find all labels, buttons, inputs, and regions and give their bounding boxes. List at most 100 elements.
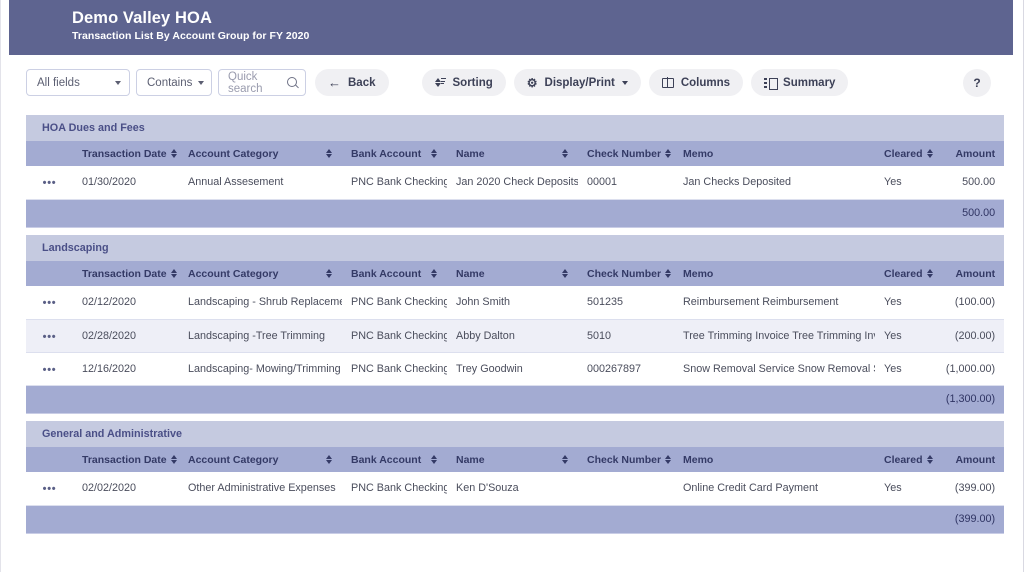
sort-toggle-icon[interactable] bbox=[926, 268, 934, 279]
sort-toggle-icon[interactable] bbox=[926, 454, 934, 465]
table-row[interactable]: ••• 02/28/2020 Landscaping -Tree Trimming P… bbox=[26, 319, 1005, 353]
cell-memo: Online Credit Card Payment bbox=[674, 472, 875, 506]
sort-toggle-icon[interactable] bbox=[665, 454, 672, 465]
search-input[interactable]: Quick search bbox=[218, 69, 306, 96]
sort-toggle-icon[interactable] bbox=[326, 454, 333, 465]
sort-toggle-icon[interactable] bbox=[431, 148, 438, 159]
app-page: Demo Valley HOA Transaction List By Acco… bbox=[0, 0, 1024, 572]
column-header-memo: Memo bbox=[674, 447, 875, 472]
cell-date: 02/02/2020 bbox=[73, 472, 179, 506]
sort-toggle-icon[interactable] bbox=[170, 148, 178, 159]
cell-date: 01/30/2020 bbox=[73, 166, 179, 200]
column-header-label: Memo bbox=[683, 147, 714, 160]
sort-toggle-icon[interactable] bbox=[431, 454, 438, 465]
column-header-name[interactable]: Name bbox=[447, 141, 578, 166]
cell-check: 000267897 bbox=[578, 352, 674, 386]
column-header-bank[interactable]: Bank Account bbox=[342, 447, 447, 472]
column-header-label: Name bbox=[456, 453, 485, 466]
sort-toggle-icon[interactable] bbox=[170, 454, 178, 465]
back-button[interactable]: ← Back bbox=[315, 69, 389, 96]
chevron-down-icon bbox=[621, 80, 628, 85]
cell-name: Ken D'Souza bbox=[447, 472, 578, 506]
column-header-clear[interactable]: Cleared bbox=[875, 447, 935, 472]
sort-toggle-icon[interactable] bbox=[665, 268, 672, 279]
columns-button[interactable]: Columns bbox=[648, 69, 744, 96]
sort-toggle-icon[interactable] bbox=[562, 454, 569, 465]
column-header-menu bbox=[26, 261, 73, 286]
cell-clear: Yes bbox=[875, 352, 935, 386]
cell-check bbox=[578, 472, 674, 506]
row-menu-button[interactable]: ••• bbox=[26, 286, 73, 320]
cell-memo: Reimbursement Reimbursement bbox=[674, 286, 875, 320]
table-row[interactable]: ••• 02/02/2020 Other Administrative Expens… bbox=[26, 472, 1005, 506]
column-header-label: Transaction Date bbox=[82, 453, 167, 466]
sort-toggle-icon[interactable] bbox=[326, 148, 333, 159]
sort-toggle-icon[interactable] bbox=[562, 148, 569, 159]
toolbar: All fields Contains Quick search ← Back … bbox=[9, 55, 1013, 110]
sorting-button[interactable]: Sorting bbox=[421, 69, 506, 96]
search-placeholder: Quick search bbox=[228, 70, 263, 95]
column-header-row: Transaction Date Account Category Bank Acc… bbox=[26, 261, 1005, 286]
sort-icon bbox=[434, 77, 446, 88]
sort-toggle-icon[interactable] bbox=[326, 268, 333, 279]
sort-toggle-icon[interactable] bbox=[926, 148, 934, 159]
cell-check: 5010 bbox=[578, 319, 674, 353]
sort-toggle-icon[interactable] bbox=[665, 148, 672, 159]
table-row[interactable]: ••• 12/16/2020 Landscaping- Mowing/Trimmin… bbox=[26, 352, 1005, 386]
summary-button[interactable]: Summary bbox=[751, 69, 849, 96]
field-select[interactable]: All fields bbox=[26, 69, 130, 96]
cell-memo: Snow Removal Service Snow Removal Servic… bbox=[674, 352, 875, 386]
transaction-grid: HOA Dues and Fees Transaction Date Account… bbox=[26, 115, 1005, 534]
cell-name: Trey Goodwin bbox=[447, 352, 578, 386]
column-header-label: Amount bbox=[955, 147, 996, 160]
display-print-button[interactable]: ⚙ Display/Print bbox=[513, 69, 641, 96]
page-title: Demo Valley HOA bbox=[72, 9, 212, 27]
column-header-check[interactable]: Check Number bbox=[578, 141, 674, 166]
cell-amt: (399.00) bbox=[935, 472, 1005, 506]
help-button[interactable]: ? bbox=[963, 68, 991, 97]
column-header-check[interactable]: Check Number bbox=[578, 261, 674, 286]
cell-cat: Landscaping -Tree Trimming bbox=[179, 319, 342, 353]
table-row[interactable]: ••• 02/12/2020 Landscaping - Shrub Replace… bbox=[26, 286, 1005, 320]
operator-select[interactable]: Contains bbox=[136, 69, 212, 96]
column-header-name[interactable]: Name bbox=[447, 261, 578, 286]
cell-check: 00001 bbox=[578, 166, 674, 200]
column-header-bank[interactable]: Bank Account bbox=[342, 141, 447, 166]
back-button-label: Back bbox=[348, 76, 376, 89]
column-header-check[interactable]: Check Number bbox=[578, 447, 674, 472]
row-menu-button[interactable]: ••• bbox=[26, 166, 73, 200]
row-menu-button[interactable]: ••• bbox=[26, 352, 73, 386]
field-select-value: All fields bbox=[37, 76, 80, 89]
group-spacer-cell bbox=[26, 227, 1005, 235]
column-header-clear[interactable]: Cleared bbox=[875, 261, 935, 286]
column-header-date[interactable]: Transaction Date bbox=[73, 447, 179, 472]
sort-toggle-icon[interactable] bbox=[562, 268, 569, 279]
cell-clear: Yes bbox=[875, 472, 935, 506]
cell-name: Jan 2020 Check Deposits bbox=[447, 166, 578, 200]
column-header-label: Check Number bbox=[587, 147, 662, 160]
column-header-bank[interactable]: Bank Account bbox=[342, 261, 447, 286]
column-header-cat[interactable]: Account Category bbox=[179, 141, 342, 166]
column-header-cat[interactable]: Account Category bbox=[179, 447, 342, 472]
group-spacer-cell bbox=[26, 413, 1005, 421]
display-print-button-label: Display/Print bbox=[544, 76, 615, 89]
column-header-label: Transaction Date bbox=[82, 147, 167, 160]
column-header-date[interactable]: Transaction Date bbox=[73, 141, 179, 166]
column-header-name[interactable]: Name bbox=[447, 447, 578, 472]
row-menu-button[interactable]: ••• bbox=[26, 472, 73, 506]
group-subtotal-amount: (1,300.00) bbox=[935, 385, 1005, 414]
search-icon bbox=[287, 77, 298, 88]
row-menu-button[interactable]: ••• bbox=[26, 319, 73, 353]
sort-toggle-icon[interactable] bbox=[431, 268, 438, 279]
column-header-menu bbox=[26, 141, 73, 166]
column-header-date[interactable]: Transaction Date bbox=[73, 261, 179, 286]
table-row[interactable]: ••• 01/30/2020 Annual Assesement PNC Bank C… bbox=[26, 166, 1005, 200]
arrow-left-icon: ← bbox=[328, 75, 341, 90]
column-header-label: Amount bbox=[955, 453, 996, 466]
cell-clear: Yes bbox=[875, 319, 935, 353]
cell-bank: PNC Bank Checking bbox=[342, 472, 447, 506]
column-header-clear[interactable]: Cleared bbox=[875, 141, 935, 166]
column-header-label: Memo bbox=[683, 267, 714, 280]
sort-toggle-icon[interactable] bbox=[170, 268, 178, 279]
column-header-cat[interactable]: Account Category bbox=[179, 261, 342, 286]
